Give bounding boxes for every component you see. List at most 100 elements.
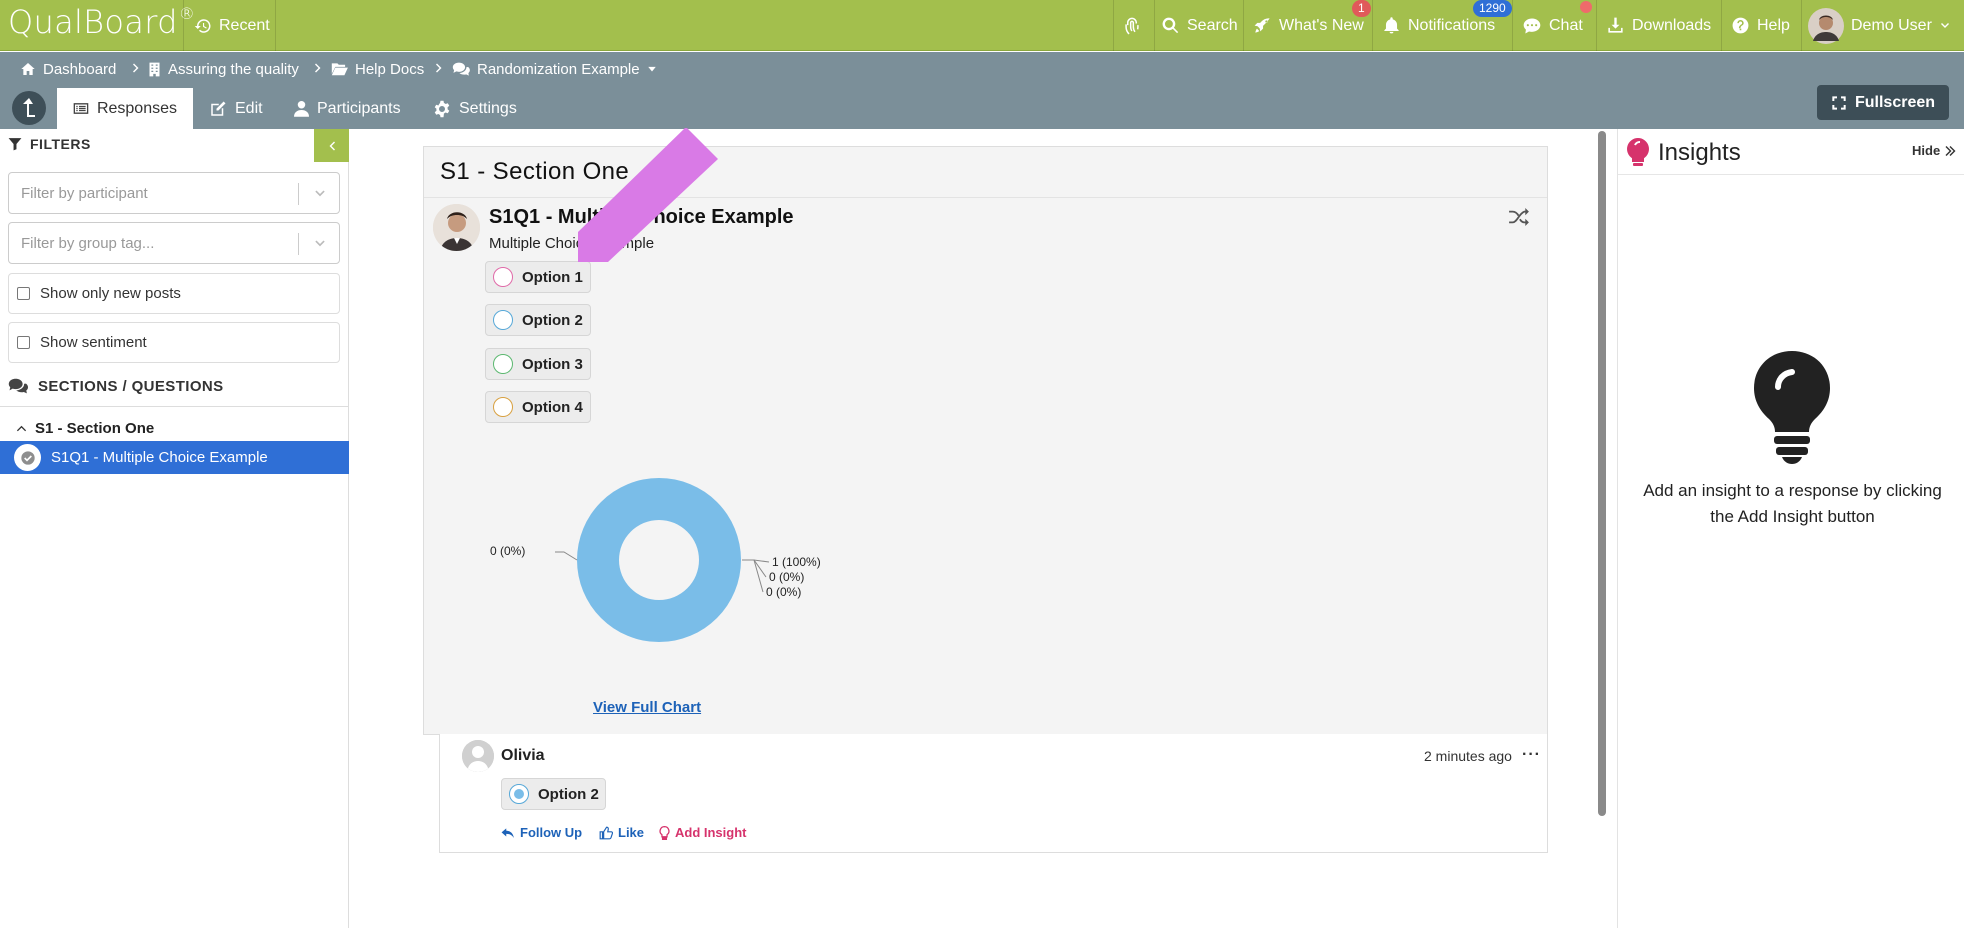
section-toggle[interactable]: S1 - Section One xyxy=(16,420,154,437)
sidebar-question-item[interactable]: S1Q1 - Multiple Choice Example xyxy=(0,441,349,474)
reply-icon xyxy=(501,827,514,838)
tab-edit[interactable]: Edit xyxy=(193,88,279,129)
user-icon xyxy=(294,101,309,117)
comments-icon xyxy=(8,378,28,394)
divider xyxy=(1618,174,1964,175)
tab-participants[interactable]: Participants xyxy=(278,88,417,129)
chevron-right-icon xyxy=(433,61,445,75)
qualboard-logo[interactable]: QualBoard® xyxy=(8,3,195,41)
fingerprint-button[interactable] xyxy=(1122,0,1142,51)
insights-empty-text: Add an insight to a response by clicking… xyxy=(1643,481,1942,526)
topbar-divider xyxy=(1243,0,1244,51)
help-button[interactable]: Help xyxy=(1731,0,1790,51)
breadcrumb-current-label: Randomization Example xyxy=(477,60,640,78)
annotation-arrow xyxy=(578,128,718,262)
show-sentiment-toggle[interactable]: Show sentiment xyxy=(8,322,340,363)
downloads-label: Downloads xyxy=(1632,16,1712,34)
donut-slice xyxy=(577,477,741,643)
topbar-divider xyxy=(1113,0,1114,51)
participant-filter-select[interactable]: Filter by participant xyxy=(8,172,340,214)
list-alt-icon xyxy=(73,103,89,114)
show-sentiment-checkbox[interactable] xyxy=(17,336,30,349)
radio-circle-icon xyxy=(493,267,513,287)
level-up-icon xyxy=(23,98,35,117)
selected-answer: Option 2 xyxy=(501,778,606,810)
topbar-divider xyxy=(1801,0,1802,51)
option-label: Option 1 xyxy=(522,268,583,286)
shuffle-icon[interactable] xyxy=(1508,208,1530,226)
group-tag-filter-placeholder: Filter by group tag... xyxy=(21,234,155,252)
filters-heading: FILTERS xyxy=(8,136,91,152)
tab-responses[interactable]: Responses xyxy=(57,88,193,129)
tab-settings-label: Settings xyxy=(459,99,517,117)
building-icon xyxy=(149,62,160,76)
tab-responses-label: Responses xyxy=(96,99,177,117)
download-icon xyxy=(1608,17,1623,33)
lightbulb-icon xyxy=(1627,138,1649,166)
user-menu-button[interactable]: Demo User xyxy=(1808,0,1951,51)
like-label: Like xyxy=(618,825,645,840)
check-circle-icon xyxy=(14,444,41,471)
breadcrumb-folder-label: Help Docs xyxy=(355,60,425,78)
logo-registered-mark: ® xyxy=(178,4,196,24)
option-item: Option 2 xyxy=(485,304,591,336)
option-label: Option 4 xyxy=(522,398,583,416)
response-timestamp: 2 minutes ago xyxy=(1424,748,1512,764)
topbar-divider xyxy=(1721,0,1722,51)
topbar-divider xyxy=(275,0,276,51)
recent-button[interactable]: Recent xyxy=(194,0,270,51)
radio-circle-icon xyxy=(493,310,513,330)
thumbs-up-icon xyxy=(599,826,613,839)
recent-label: Recent xyxy=(219,16,270,34)
results-donut-chart: 1 (100%)0 (0%)0 (0%)0 (0%) xyxy=(490,477,821,643)
follow-up-label: Follow Up xyxy=(520,825,583,840)
slice-leader-line xyxy=(742,559,764,593)
select-divider xyxy=(298,233,299,255)
main-scrollbar[interactable] xyxy=(1598,131,1606,816)
slice-leader-line xyxy=(742,559,767,578)
breadcrumb-folder[interactable]: Help Docs xyxy=(331,58,424,80)
fullscreen-button[interactable]: Fullscreen xyxy=(1817,85,1949,120)
sections-title: SECTIONS / QUESTIONS xyxy=(38,378,224,395)
breadcrumb-dashboard[interactable]: Dashboard xyxy=(20,58,116,80)
view-full-chart-link[interactable]: View Full Chart xyxy=(593,699,701,716)
group-tag-filter-select[interactable]: Filter by group tag... xyxy=(8,222,340,264)
add-insight-label: Add Insight xyxy=(675,825,747,840)
sections-heading: SECTIONS / QUESTIONS xyxy=(8,378,224,395)
follow-up-button[interactable]: Follow Up xyxy=(501,825,582,840)
chat-button[interactable]: Chat xyxy=(1522,0,1583,51)
filters-title: FILTERS xyxy=(30,136,91,152)
downloads-button[interactable]: Downloads xyxy=(1606,0,1711,51)
add-insight-button[interactable]: Add Insight xyxy=(659,825,747,840)
show-new-posts-toggle[interactable]: Show only new posts xyxy=(8,273,340,314)
breadcrumb-dashboard-label: Dashboard xyxy=(43,60,117,78)
search-button[interactable]: Search xyxy=(1161,0,1238,51)
breadcrumb-current[interactable]: Randomization Example xyxy=(452,58,657,80)
whats-new-button[interactable]: What's New xyxy=(1253,0,1364,51)
tab-settings[interactable]: Settings xyxy=(417,88,533,129)
rocket-icon xyxy=(1254,18,1270,33)
radio-circle-icon xyxy=(493,354,513,374)
whats-new-label: What's New xyxy=(1279,16,1364,34)
notifications-label: Notifications xyxy=(1408,16,1496,34)
folder-open-icon xyxy=(331,63,348,76)
lightbulb-icon xyxy=(659,825,670,840)
participant-name[interactable]: Olivia xyxy=(501,747,545,765)
like-button[interactable]: Like xyxy=(599,825,644,840)
select-divider xyxy=(298,183,299,205)
search-icon xyxy=(1162,17,1179,34)
topbar-divider xyxy=(1512,0,1513,51)
search-label: Search xyxy=(1187,16,1238,34)
show-new-posts-checkbox[interactable] xyxy=(17,287,30,300)
topbar-divider xyxy=(1154,0,1155,51)
back-button[interactable] xyxy=(12,91,46,125)
more-options-button[interactable]: ··· xyxy=(1522,746,1541,764)
breadcrumb-project[interactable]: Assuring the quality xyxy=(148,58,299,80)
option-item: Option 4 xyxy=(485,391,591,423)
divider xyxy=(0,406,349,407)
hide-insights-button[interactable]: Hide xyxy=(1912,143,1956,158)
collapse-sidebar-button[interactable] xyxy=(314,129,349,162)
topbar-divider xyxy=(183,0,184,51)
chevron-left-icon xyxy=(329,141,335,150)
expand-icon xyxy=(1832,95,1846,110)
